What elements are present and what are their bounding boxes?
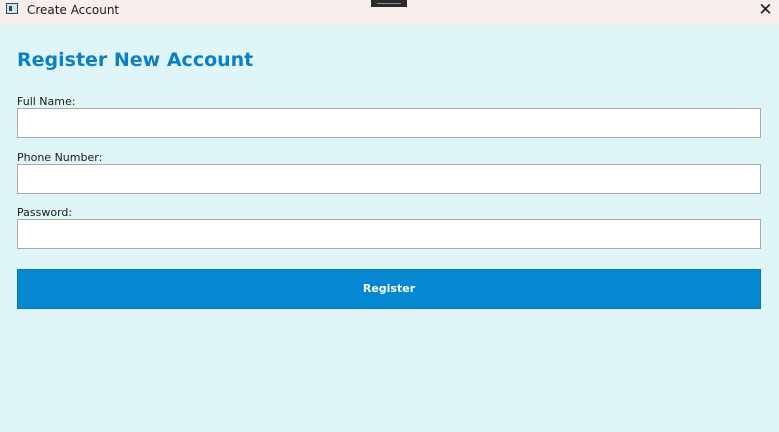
page-title: Register New Account bbox=[17, 49, 254, 71]
app-window-icon bbox=[6, 3, 18, 14]
password-input[interactable] bbox=[17, 219, 761, 249]
snap-layout-handle[interactable] bbox=[371, 0, 407, 7]
full-name-input[interactable] bbox=[17, 108, 761, 138]
create-account-window: Create Account ✕ Register New Account Fu… bbox=[0, 0, 779, 432]
phone-number-input[interactable] bbox=[17, 164, 761, 194]
full-name-label: Full Name: bbox=[17, 95, 76, 108]
title-bar[interactable]: Create Account ✕ bbox=[0, 0, 779, 24]
register-button[interactable]: Register bbox=[17, 269, 761, 309]
phone-number-label: Phone Number: bbox=[17, 151, 103, 164]
password-label: Password: bbox=[17, 206, 73, 219]
window-title: Create Account bbox=[27, 3, 120, 17]
close-icon[interactable]: ✕ bbox=[752, 0, 779, 22]
